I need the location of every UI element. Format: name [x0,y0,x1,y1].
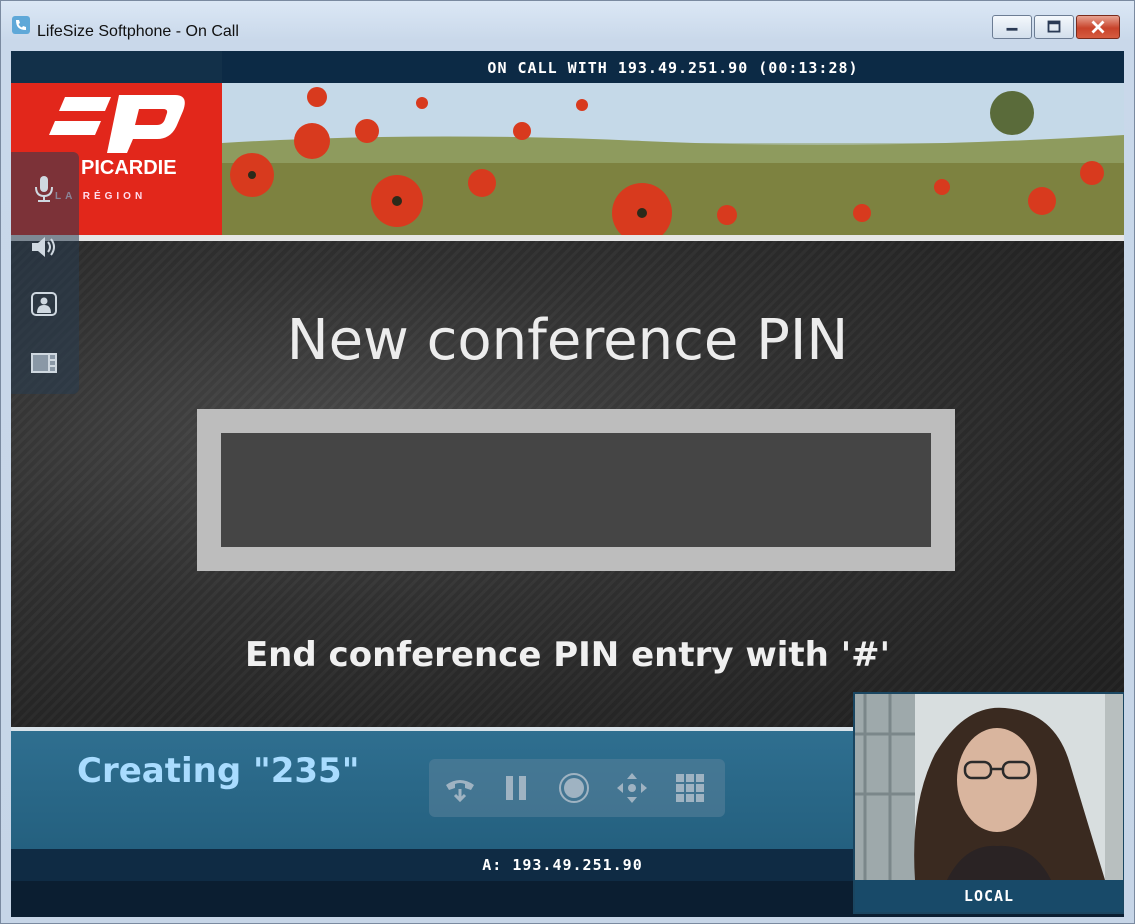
close-button[interactable] [1076,15,1120,39]
banner-spacer [11,51,222,83]
speaker-icon[interactable] [29,232,59,262]
poppy-field-image [222,83,1124,235]
local-video-preview[interactable]: LOCAL [853,692,1124,914]
call-banner: ON CALL WITH 193.49.251.90 (00:13:28) [222,51,1124,83]
keypad-icon[interactable] [673,771,707,805]
local-video [855,694,1123,880]
logo-name: PICARDIE [81,157,177,179]
microphone-icon[interactable] [29,174,59,204]
poppy-field-illustration [222,83,1124,235]
logo-mark [49,95,185,153]
window-title: LifeSize Softphone - On Call [37,23,239,40]
record-icon[interactable] [557,771,591,805]
call-controls [429,759,725,817]
pin-entry-frame [197,409,955,571]
maximize-button[interactable] [1034,15,1074,39]
remote-video: PICARDIE LA RÉGION New conference PIN En… [11,83,1124,731]
pin-prompt-title: New conference PIN [286,308,849,373]
phone-app-icon [12,16,30,34]
pause-icon[interactable] [499,771,533,805]
pin-entry-field[interactable] [221,433,931,547]
call-view: ON CALL WITH 193.49.251.90 (00:13:28) PI… [11,51,1124,917]
minimize-icon [1006,27,1018,31]
minimize-button[interactable] [992,15,1032,39]
app-window: LifeSize Softphone - On Call ON CALL WIT… [0,0,1135,924]
move-icon[interactable] [615,771,649,805]
side-controls [11,152,79,394]
layout-icon[interactable] [29,348,59,378]
window-controls [992,15,1120,39]
close-icon [1091,20,1105,34]
title-bar[interactable]: LifeSize Softphone - On Call [1,1,1134,51]
hang-up-icon[interactable] [443,771,477,805]
pin-prompt-hint: End conference PIN entry with '#' [244,635,891,675]
presentation-icon[interactable] [29,290,59,320]
local-video-label: LOCAL [855,880,1123,912]
local-participant-image [855,694,1123,880]
maximize-icon [1047,20,1061,33]
status-text: Creating "235" [77,751,360,791]
